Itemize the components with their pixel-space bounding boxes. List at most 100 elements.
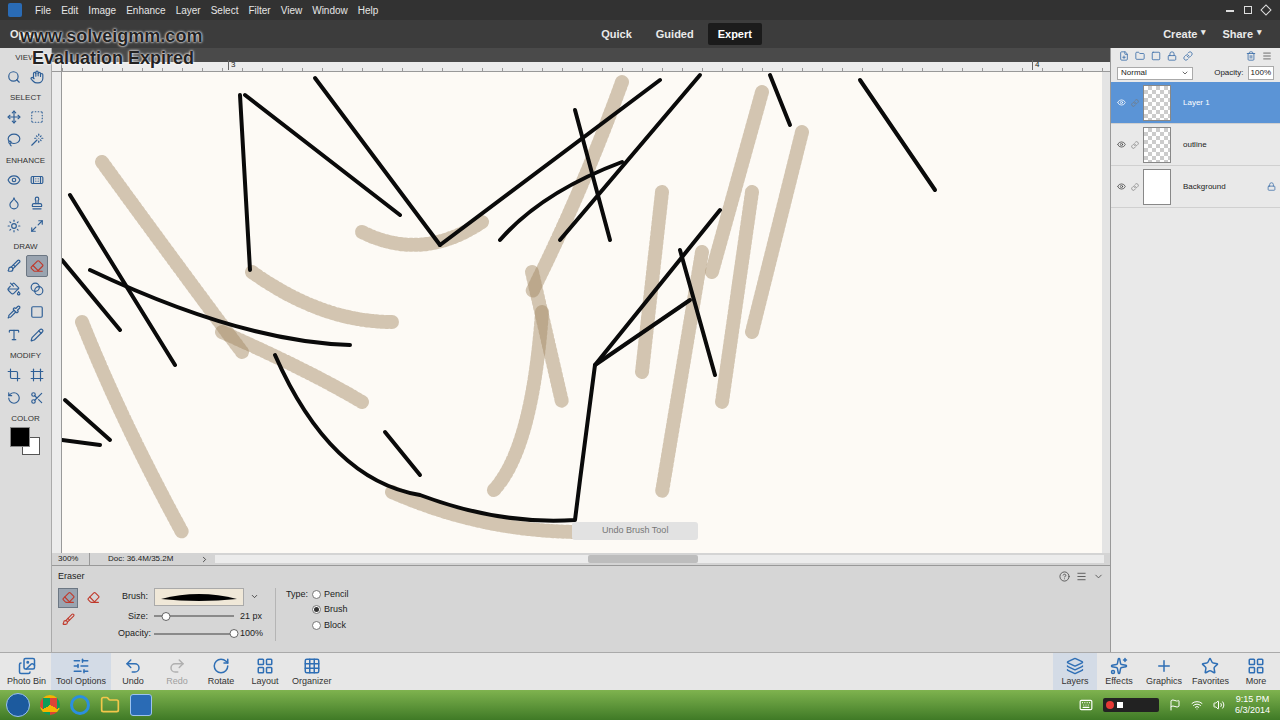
tool-button[interactable] xyxy=(3,324,25,346)
bottom-bar-button[interactable]: Redo xyxy=(155,653,199,690)
slider-knob[interactable] xyxy=(230,629,239,638)
visibility-icon[interactable] xyxy=(1117,98,1126,107)
foreground-swatch[interactable] xyxy=(10,427,30,447)
menu-item[interactable]: Enhance xyxy=(121,3,170,18)
zoom-level[interactable]: 300% xyxy=(52,553,90,565)
bottom-bar-button[interactable]: Tool Options xyxy=(51,653,111,690)
link-icon[interactable] xyxy=(1131,183,1139,191)
mask-icon[interactable] xyxy=(1151,51,1161,61)
tool-button[interactable] xyxy=(26,324,48,346)
bottom-bar-button[interactable]: Favorites xyxy=(1187,653,1234,690)
lock-icon[interactable] xyxy=(1167,51,1177,61)
canvas[interactable]: Undo Brush Tool xyxy=(62,72,1102,553)
chrome-icon[interactable] xyxy=(40,695,60,715)
bottom-bar-button[interactable]: More xyxy=(1234,653,1278,690)
tool-button[interactable] xyxy=(3,169,25,191)
layer-row[interactable]: Layer 1 xyxy=(1111,82,1280,124)
delete-icon[interactable] xyxy=(1246,51,1256,61)
clock[interactable]: 9:15 PM6/3/2014 xyxy=(1235,694,1274,716)
tool-button[interactable] xyxy=(26,129,48,151)
blend-mode-select[interactable]: Normal xyxy=(1117,67,1193,80)
menu-item[interactable]: Select xyxy=(206,3,244,18)
bottom-bar-button[interactable]: Effects xyxy=(1097,653,1141,690)
action-center-icon[interactable] xyxy=(1169,699,1181,711)
tool-button[interactable] xyxy=(3,215,25,237)
menu-item[interactable]: Edit xyxy=(56,3,83,18)
eraser-variant-button[interactable] xyxy=(58,610,78,630)
bottom-bar-button[interactable]: Layout xyxy=(243,653,287,690)
tool-button[interactable] xyxy=(26,66,48,88)
mode-tab[interactable]: Guided xyxy=(646,23,704,46)
collapse-icon[interactable] xyxy=(1093,571,1104,582)
layer-row[interactable]: Background xyxy=(1111,166,1280,208)
menu-item[interactable]: File xyxy=(30,3,56,18)
tool-button[interactable] xyxy=(26,169,48,191)
vertical-scrollbar[interactable] xyxy=(1102,72,1110,553)
close-icon[interactable] xyxy=(1260,4,1271,15)
network-icon[interactable] xyxy=(1191,699,1203,711)
bottom-bar-button[interactable]: Organizer xyxy=(287,653,337,690)
menu-item[interactable]: Filter xyxy=(243,3,275,18)
recording-controls[interactable] xyxy=(1103,698,1159,712)
link-icon[interactable] xyxy=(1131,99,1139,107)
file-explorer-icon[interactable] xyxy=(100,695,120,715)
link-icon[interactable] xyxy=(1183,51,1193,61)
tool-button[interactable] xyxy=(26,364,48,386)
bottom-bar-button[interactable]: Photo Bin xyxy=(2,653,51,690)
tool-button[interactable] xyxy=(3,129,25,151)
volume-icon[interactable] xyxy=(1213,699,1225,711)
tool-button[interactable] xyxy=(3,255,25,277)
group-icon[interactable] xyxy=(1135,51,1145,61)
tool-button[interactable] xyxy=(26,387,48,409)
dropdown-arrow-icon[interactable] xyxy=(250,592,259,601)
visibility-icon[interactable] xyxy=(1117,182,1126,191)
menu-item[interactable]: Window xyxy=(307,3,353,18)
header-action[interactable]: Share▾ xyxy=(1222,26,1262,43)
tool-button[interactable] xyxy=(3,66,25,88)
color-swatches[interactable] xyxy=(10,427,42,455)
layer-row[interactable]: outline xyxy=(1111,124,1280,166)
scrollbar-thumb[interactable] xyxy=(588,555,698,563)
maximize-icon[interactable] xyxy=(1244,6,1252,14)
tool-button[interactable] xyxy=(3,106,25,128)
eraser-variant-button[interactable] xyxy=(58,588,78,608)
bottom-bar-button[interactable]: Graphics xyxy=(1141,653,1187,690)
horizontal-scrollbar[interactable] xyxy=(215,555,1104,563)
tool-button[interactable] xyxy=(26,106,48,128)
internet-explorer-icon[interactable] xyxy=(70,695,90,715)
panel-menu-icon[interactable] xyxy=(1262,51,1272,61)
bottom-bar-button[interactable]: Rotate xyxy=(199,653,243,690)
visibility-icon[interactable] xyxy=(1117,140,1126,149)
tool-button[interactable] xyxy=(3,364,25,386)
brush-picker[interactable] xyxy=(154,588,244,606)
bottom-bar-button[interactable]: Undo xyxy=(111,653,155,690)
menu-item[interactable]: Help xyxy=(353,3,384,18)
photoshop-elements-icon[interactable] xyxy=(130,694,152,716)
open-button[interactable]: Open xyxy=(10,26,100,43)
opacity-field[interactable]: 100% xyxy=(1248,66,1274,80)
eraser-variant-button[interactable] xyxy=(83,588,103,608)
tool-button[interactable] xyxy=(3,301,25,323)
status-menu-icon[interactable] xyxy=(200,555,209,564)
slider[interactable] xyxy=(154,629,234,639)
header-action[interactable]: Create▾ xyxy=(1163,26,1206,43)
mode-tab[interactable]: Quick xyxy=(591,23,642,46)
keyboard-icon[interactable] xyxy=(1079,698,1093,712)
minimize-icon[interactable] xyxy=(1226,10,1234,12)
slider[interactable] xyxy=(154,611,234,621)
bottom-bar-button[interactable]: Layers xyxy=(1053,653,1097,690)
tool-button[interactable] xyxy=(26,215,48,237)
menu-item[interactable]: View xyxy=(276,3,308,18)
tool-button[interactable] xyxy=(3,278,25,300)
start-button[interactable] xyxy=(6,693,30,717)
mode-tab[interactable]: Expert xyxy=(708,23,762,46)
type-radio[interactable]: Block xyxy=(312,619,349,633)
menu-item[interactable]: Layer xyxy=(171,3,206,18)
tool-button[interactable] xyxy=(26,301,48,323)
slider-knob[interactable] xyxy=(162,612,171,621)
tool-button[interactable] xyxy=(26,255,48,277)
type-radio[interactable]: Brush xyxy=(312,603,349,617)
tool-button[interactable] xyxy=(26,192,48,214)
new-layer-icon[interactable] xyxy=(1119,51,1129,61)
tool-button[interactable] xyxy=(3,192,25,214)
